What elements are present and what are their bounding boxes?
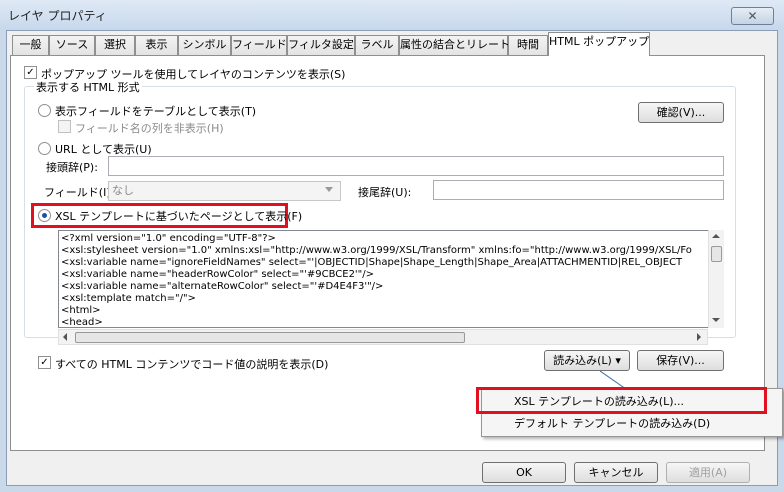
title-bar bbox=[0, 0, 784, 30]
suffix-input[interactable] bbox=[433, 180, 724, 200]
load-button-label: 読み込み(L) bbox=[553, 354, 612, 367]
scroll-right-icon[interactable] bbox=[697, 333, 701, 341]
prefix-label: 接頭辞(P): bbox=[46, 161, 98, 174]
editor-vertical-scrollbar[interactable] bbox=[708, 230, 724, 328]
close-button[interactable]: ✕ bbox=[731, 7, 774, 25]
save-button[interactable]: 保存(V)... bbox=[637, 350, 724, 371]
radio-xsl[interactable] bbox=[38, 209, 51, 222]
coded-values-checkbox[interactable]: ✓ bbox=[38, 356, 51, 369]
tab-html-popup[interactable]: HTML ポップアップ bbox=[548, 32, 650, 56]
hide-fieldname-label: フィールド名の列を非表示(H) bbox=[75, 122, 224, 135]
scroll-down-icon[interactable] bbox=[712, 318, 720, 322]
close-icon: ✕ bbox=[747, 9, 758, 23]
cancel-button[interactable]: キャンセル bbox=[574, 462, 658, 483]
tab-joins-relates[interactable]: 属性の結合とリレート bbox=[399, 35, 510, 55]
suffix-label: 接尾辞(U): bbox=[358, 186, 412, 199]
tab-selection[interactable]: 選択 bbox=[95, 35, 135, 55]
vertical-scroll-thumb[interactable] bbox=[711, 246, 722, 262]
chevron-down-icon bbox=[325, 187, 333, 192]
menu-highlight-box bbox=[476, 387, 767, 414]
chevron-down-icon: ▾ bbox=[615, 354, 621, 367]
verify-button[interactable]: 確認(V)... bbox=[638, 102, 724, 123]
tab-labels[interactable]: ラベル bbox=[355, 35, 399, 55]
tab-time[interactable]: 時間 bbox=[508, 35, 548, 55]
field-select[interactable]: なし bbox=[108, 181, 341, 201]
window-title: レイヤ プロパティ bbox=[8, 9, 107, 23]
radio-table-label: 表示フィールドをテーブルとして表示(T) bbox=[55, 105, 257, 118]
group-label: 表示する HTML 形式 bbox=[34, 79, 142, 95]
tab-source[interactable]: ソース bbox=[49, 35, 95, 55]
menu-item-load-default[interactable]: デフォルト テンプレートの読み込み(D) bbox=[482, 413, 782, 435]
radio-url[interactable] bbox=[38, 142, 51, 155]
radio-table[interactable] bbox=[38, 104, 51, 117]
tab-definition-query[interactable]: フィルタ設定 bbox=[287, 35, 355, 55]
field-label: フィールド(I): bbox=[44, 186, 115, 199]
xsl-code-editor[interactable]: <?xml version="1.0" encoding="UTF-8"?> <… bbox=[58, 230, 724, 328]
prefix-input[interactable] bbox=[108, 156, 724, 176]
code-line: <head> bbox=[61, 317, 103, 328]
popup-tool-checkbox[interactable]: ✓ bbox=[24, 66, 37, 79]
tab-display[interactable]: 表示 bbox=[135, 35, 178, 55]
horizontal-scroll-thumb[interactable] bbox=[75, 332, 465, 343]
apply-button[interactable]: 適用(A) bbox=[666, 462, 750, 483]
scroll-up-icon[interactable] bbox=[712, 234, 720, 238]
radio-url-label: URL として表示(U) bbox=[55, 143, 152, 156]
hide-fieldname-checkbox[interactable] bbox=[58, 120, 71, 133]
scroll-left-icon[interactable] bbox=[63, 333, 67, 341]
editor-horizontal-scrollbar[interactable] bbox=[58, 329, 708, 345]
coded-values-label: すべての HTML コンテンツでコード値の説明を表示(D) bbox=[55, 358, 329, 371]
tab-general[interactable]: 一般 bbox=[12, 35, 49, 55]
load-dropdown-button[interactable]: 読み込み(L) ▾ bbox=[544, 350, 630, 371]
tab-symbol[interactable]: シンボル bbox=[178, 35, 231, 55]
ok-button[interactable]: OK bbox=[482, 462, 566, 483]
radio-xsl-label: XSL テンプレートに基づいたページとして表示(F) bbox=[55, 210, 303, 223]
tab-fields[interactable]: フィールド bbox=[231, 35, 287, 55]
field-select-value: なし bbox=[112, 184, 134, 197]
